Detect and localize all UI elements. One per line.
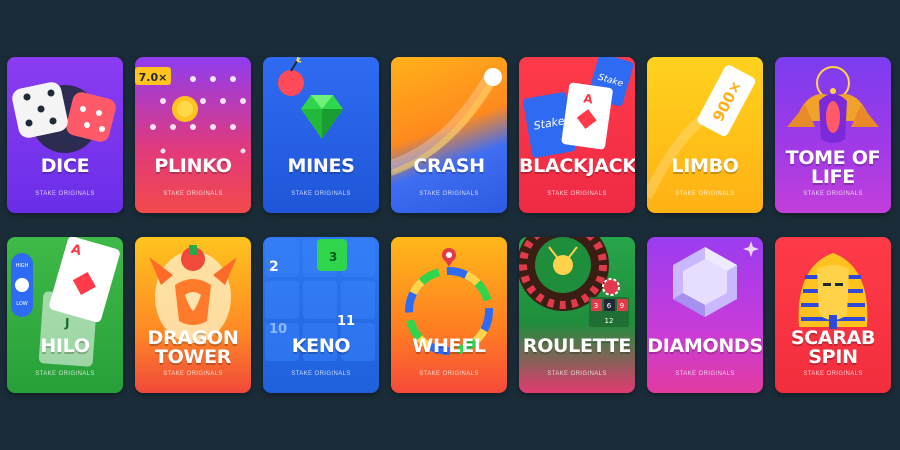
- dice-art: [12, 82, 116, 153]
- svg-text:J: J: [64, 316, 69, 330]
- game-provider-label: STAKE ORIGINALS: [291, 371, 351, 377]
- svg-text:HIGH: HIGH: [16, 263, 29, 269]
- scarab-art: [798, 253, 868, 329]
- game-provider-label: STAKE ORIGINALS: [291, 191, 351, 197]
- game-card-dice[interactable]: DICE STAKE ORIGINALS: [7, 57, 123, 213]
- game-title: HILO: [40, 335, 90, 357]
- svg-text:12: 12: [605, 317, 614, 325]
- diamonds-art: [673, 241, 759, 317]
- game-card-plinko[interactable]: 7.0× PLINKO STAKE ORIGINALS: [135, 57, 251, 213]
- game-title: DIAMONDS: [647, 335, 763, 357]
- svg-text:3: 3: [594, 302, 598, 310]
- game-title: ROULETTE: [522, 335, 632, 357]
- svg-text:11: 11: [337, 314, 355, 329]
- game-card-wheel[interactable]: WHEEL STAKE ORIGINALS: [391, 237, 507, 393]
- game-provider-label: STAKE ORIGINALS: [419, 191, 479, 197]
- game-provider-label: STAKE ORIGINALS: [163, 191, 223, 197]
- game-provider-label: STAKE ORIGINALS: [803, 191, 863, 197]
- svg-text:2: 2: [269, 259, 279, 275]
- game-card-keno[interactable]: 2 3 10 11 KENO STAKE ORIGINALS: [263, 237, 379, 393]
- game-provider-label: STAKE ORIGINALS: [547, 191, 607, 197]
- plinko-art: 7.0×: [135, 67, 246, 154]
- game-title: TOME OF LIFE: [785, 147, 881, 188]
- game-card-hilo[interactable]: HIGH LOW J A HILO STAKE ORIGINALS: [7, 237, 123, 393]
- game-grid: DICE STAKE ORIGINALS 7.0× PLINKO STAKE O…: [7, 57, 891, 393]
- tome-art: [787, 66, 879, 143]
- plinko-multiplier-badge: 7.0×: [139, 71, 168, 84]
- game-title: KENO: [291, 335, 351, 357]
- keno-art: 2 3 10 11: [265, 239, 375, 361]
- limbo-art: 900×: [647, 65, 756, 200]
- roulette-art: 3 6 9 12: [519, 237, 629, 327]
- game-card-tome-of-life[interactable]: TOME OF LIFE STAKE ORIGINALS: [775, 57, 891, 213]
- wheel-art: [405, 248, 493, 355]
- svg-text:3: 3: [329, 250, 337, 264]
- game-title: SCARAB SPIN: [790, 327, 876, 368]
- game-provider-label: STAKE ORIGINALS: [419, 371, 479, 377]
- game-title: WHEEL: [412, 335, 486, 357]
- game-title: LIMBO: [671, 155, 739, 177]
- game-provider-label: STAKE ORIGINALS: [35, 191, 95, 197]
- game-card-roulette[interactable]: 3 6 9 12 ROULETTE STAKE ORIGINALS: [519, 237, 635, 393]
- game-title: PLINKO: [154, 155, 232, 177]
- game-card-diamonds[interactable]: DIAMONDS STAKE ORIGINALS: [647, 237, 763, 393]
- game-title: DRAGON TOWER: [147, 327, 239, 368]
- game-provider-label: STAKE ORIGINALS: [675, 371, 735, 377]
- game-card-blackjack[interactable]: Stake Stake A BLACKJACK STAKE ORIGINALS: [519, 57, 635, 213]
- game-title: CRASH: [413, 155, 485, 177]
- game-provider-label: STAKE ORIGINALS: [163, 371, 223, 377]
- game-card-crash[interactable]: CRASH STAKE ORIGINALS: [391, 57, 507, 213]
- game-card-scarab-spin[interactable]: SCARAB SPIN STAKE ORIGINALS: [775, 237, 891, 393]
- game-provider-label: STAKE ORIGINALS: [803, 371, 863, 377]
- game-provider-label: STAKE ORIGINALS: [547, 371, 607, 377]
- svg-text:9: 9: [620, 302, 624, 310]
- svg-text:6: 6: [607, 302, 612, 310]
- game-title: BLACKJACK: [519, 155, 635, 177]
- game-provider-label: STAKE ORIGINALS: [35, 371, 95, 377]
- game-provider-label: STAKE ORIGINALS: [675, 191, 735, 197]
- svg-text:LOW: LOW: [16, 301, 28, 307]
- dragon-art: [149, 245, 237, 343]
- hilo-art: HIGH LOW J A: [11, 237, 120, 367]
- game-title: DICE: [40, 155, 90, 177]
- game-card-limbo[interactable]: 900× LIMBO STAKE ORIGINALS: [647, 57, 763, 213]
- game-card-mines[interactable]: MINES STAKE ORIGINALS: [263, 57, 379, 213]
- svg-text:10: 10: [269, 322, 287, 337]
- game-title: MINES: [287, 155, 355, 177]
- game-card-dragon-tower[interactable]: DRAGON TOWER STAKE ORIGINALS: [135, 237, 251, 393]
- mines-art: [278, 57, 343, 139]
- blackjack-art: Stake Stake A: [523, 57, 634, 158]
- crash-art: [391, 68, 502, 176]
